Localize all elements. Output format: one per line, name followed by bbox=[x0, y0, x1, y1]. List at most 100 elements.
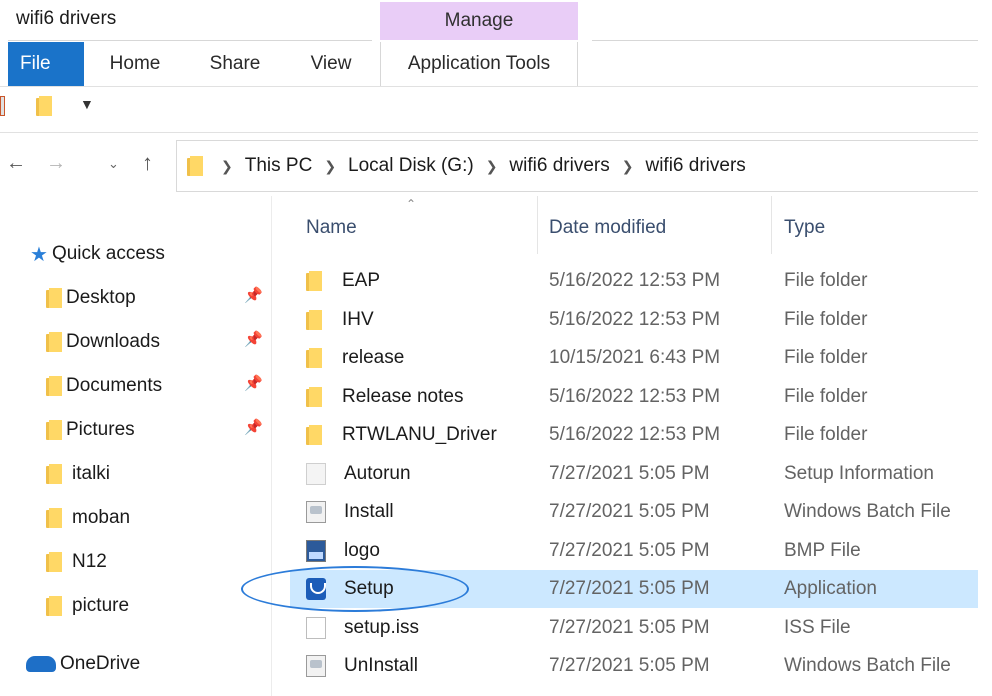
sidebar-item-label: Pictures bbox=[66, 419, 135, 440]
cloud-icon bbox=[26, 656, 56, 672]
sidebar-item-label: Quick access bbox=[51, 243, 165, 264]
file-name: Autorun bbox=[344, 463, 411, 484]
manage-context-group: Manage bbox=[380, 2, 578, 40]
tab-home[interactable]: Home bbox=[96, 42, 174, 86]
file-date: 7/27/2021 5:05 PM bbox=[549, 655, 710, 676]
sidebar-item-pictures[interactable]: Pictures bbox=[46, 410, 135, 450]
column-header-date[interactable]: Date modified bbox=[549, 210, 666, 246]
sidebar-item-label: OneDrive bbox=[60, 653, 141, 674]
properties-icon[interactable] bbox=[0, 96, 5, 116]
sidebar-item-label: Desktop bbox=[66, 287, 136, 308]
sidebar-item-label: italki bbox=[72, 463, 111, 484]
back-arrow-icon[interactable]: ← bbox=[6, 152, 26, 175]
highlight-ellipse bbox=[241, 566, 469, 612]
sidebar-item-label: picture bbox=[72, 595, 130, 616]
folder-icon bbox=[46, 464, 62, 484]
folder-icon bbox=[306, 348, 322, 368]
file-row-setup-iss[interactable]: setup.iss 7/27/2021 5:05 PM ISS File bbox=[290, 609, 978, 647]
new-folder-icon[interactable] bbox=[36, 96, 52, 116]
pane-divider[interactable] bbox=[271, 196, 272, 696]
navigation-pane: ★ Quick access Desktop 📌 Downloads 📌 Doc… bbox=[0, 196, 272, 696]
file-name: IHV bbox=[342, 309, 374, 330]
folder-icon bbox=[46, 552, 62, 572]
file-row-eap[interactable]: EAP 5/16/2022 12:53 PM File folder bbox=[290, 262, 978, 300]
star-icon: ★ bbox=[30, 243, 48, 266]
file-row-release-notes[interactable]: Release notes 5/16/2022 12:53 PM File fo… bbox=[290, 378, 978, 416]
file-row-release[interactable]: release 10/15/2021 6:43 PM File folder bbox=[290, 339, 978, 377]
file-type: BMP File bbox=[784, 540, 861, 561]
file-name: UnInstall bbox=[344, 655, 418, 676]
sidebar-item-picture[interactable]: picture bbox=[46, 586, 129, 626]
file-date: 7/27/2021 5:05 PM bbox=[549, 617, 710, 638]
file-row-ihv[interactable]: IHV 5/16/2022 12:53 PM File folder bbox=[290, 301, 978, 339]
breadcrumb-local-disk[interactable]: Local Disk (G:) bbox=[348, 155, 474, 177]
breadcrumb-this-pc[interactable]: This PC bbox=[245, 155, 313, 177]
file-type: File folder bbox=[784, 424, 868, 445]
column-header-row: Name Date modified Type bbox=[290, 196, 978, 258]
file-name: release bbox=[342, 347, 405, 368]
sidebar-item-quick-access[interactable]: ★ Quick access bbox=[30, 234, 165, 274]
up-arrow-icon[interactable]: ↑ bbox=[142, 150, 153, 176]
column-divider[interactable] bbox=[537, 196, 538, 254]
file-name: logo bbox=[344, 540, 380, 561]
file-row-logo[interactable]: logo 7/27/2021 5:05 PM BMP File bbox=[290, 532, 978, 570]
column-header-type[interactable]: Type bbox=[784, 210, 825, 246]
file-type: Setup Information bbox=[784, 463, 934, 484]
tab-application-tools[interactable]: Application Tools bbox=[380, 42, 578, 86]
file-row-install[interactable]: Install 7/27/2021 5:05 PM Windows Batch … bbox=[290, 493, 978, 531]
breadcrumb-chevron-icon[interactable]: ❯ bbox=[324, 158, 336, 175]
tab-share[interactable]: Share bbox=[196, 42, 274, 86]
toolbar-divider bbox=[0, 132, 978, 133]
file-date: 7/27/2021 5:05 PM bbox=[549, 578, 710, 599]
blank-file-icon bbox=[306, 617, 326, 639]
sidebar-item-desktop[interactable]: Desktop bbox=[46, 278, 136, 318]
breadcrumb-chevron-icon[interactable]: ❯ bbox=[486, 158, 498, 175]
file-type: File folder bbox=[784, 270, 868, 291]
sidebar-item-label: N12 bbox=[72, 551, 107, 572]
file-row-rtwlanu-driver[interactable]: RTWLANU_Driver 5/16/2022 12:53 PM File f… bbox=[290, 416, 978, 454]
recent-locations-chevron-icon[interactable]: ⌄ bbox=[108, 156, 119, 172]
customize-toolbar-chevron-icon[interactable]: ▼ bbox=[80, 96, 94, 112]
ribbon-tabs: File Home Share View Application Tools bbox=[0, 42, 992, 86]
file-date: 7/27/2021 5:05 PM bbox=[549, 540, 710, 561]
file-name: EAP bbox=[342, 270, 381, 291]
breadcrumb-chevron-icon[interactable]: ❯ bbox=[622, 158, 634, 175]
window-title: wifi6 drivers bbox=[16, 8, 117, 29]
title-divider bbox=[8, 40, 372, 41]
breadcrumb-wifi6-drivers-current[interactable]: wifi6 drivers bbox=[645, 155, 745, 177]
ribbon-divider bbox=[0, 86, 978, 87]
file-type: File folder bbox=[784, 386, 868, 407]
breadcrumb-wifi6-drivers[interactable]: wifi6 drivers bbox=[509, 155, 609, 177]
sidebar-item-n12[interactable]: N12 bbox=[46, 542, 107, 582]
pin-icon[interactable]: 📌 bbox=[244, 286, 263, 304]
downloads-folder-icon bbox=[46, 332, 62, 352]
pin-icon[interactable]: 📌 bbox=[244, 418, 263, 436]
tab-view[interactable]: View bbox=[296, 42, 366, 86]
column-divider[interactable] bbox=[771, 196, 772, 254]
sidebar-item-label: Documents bbox=[66, 375, 163, 396]
file-name: Install bbox=[344, 501, 394, 522]
folder-icon bbox=[46, 508, 62, 528]
pin-icon[interactable]: 📌 bbox=[244, 374, 263, 392]
file-row-autorun[interactable]: Autorun 7/27/2021 5:05 PM Setup Informat… bbox=[290, 455, 978, 493]
sidebar-item-downloads[interactable]: Downloads bbox=[46, 322, 160, 362]
pin-icon[interactable]: 📌 bbox=[244, 330, 263, 348]
breadcrumb-chevron-icon[interactable]: ❯ bbox=[221, 158, 233, 175]
bitmap-image-icon bbox=[306, 540, 326, 562]
file-type: Windows Batch File bbox=[784, 655, 951, 676]
file-row-uninstall[interactable]: UnInstall 7/27/2021 5:05 PM Windows Batc… bbox=[290, 647, 978, 685]
file-date: 7/27/2021 5:05 PM bbox=[549, 501, 710, 522]
tab-file[interactable]: File bbox=[8, 42, 84, 86]
file-date: 5/16/2022 12:53 PM bbox=[549, 270, 721, 291]
sidebar-item-moban[interactable]: moban bbox=[46, 498, 130, 538]
file-type: File folder bbox=[784, 309, 868, 330]
folder-icon bbox=[306, 425, 322, 445]
sidebar-item-documents[interactable]: Documents bbox=[46, 366, 162, 406]
forward-arrow-icon[interactable]: → bbox=[46, 152, 66, 175]
file-date: 10/15/2021 6:43 PM bbox=[549, 347, 721, 368]
sidebar-item-italki[interactable]: italki bbox=[46, 454, 110, 494]
address-bar[interactable]: ❯ This PC ❯ Local Disk (G:) ❯ wifi6 driv… bbox=[176, 140, 978, 192]
sidebar-item-onedrive[interactable]: OneDrive bbox=[26, 644, 140, 684]
column-header-name[interactable]: Name bbox=[306, 210, 357, 246]
file-date: 5/16/2022 12:53 PM bbox=[549, 386, 721, 407]
